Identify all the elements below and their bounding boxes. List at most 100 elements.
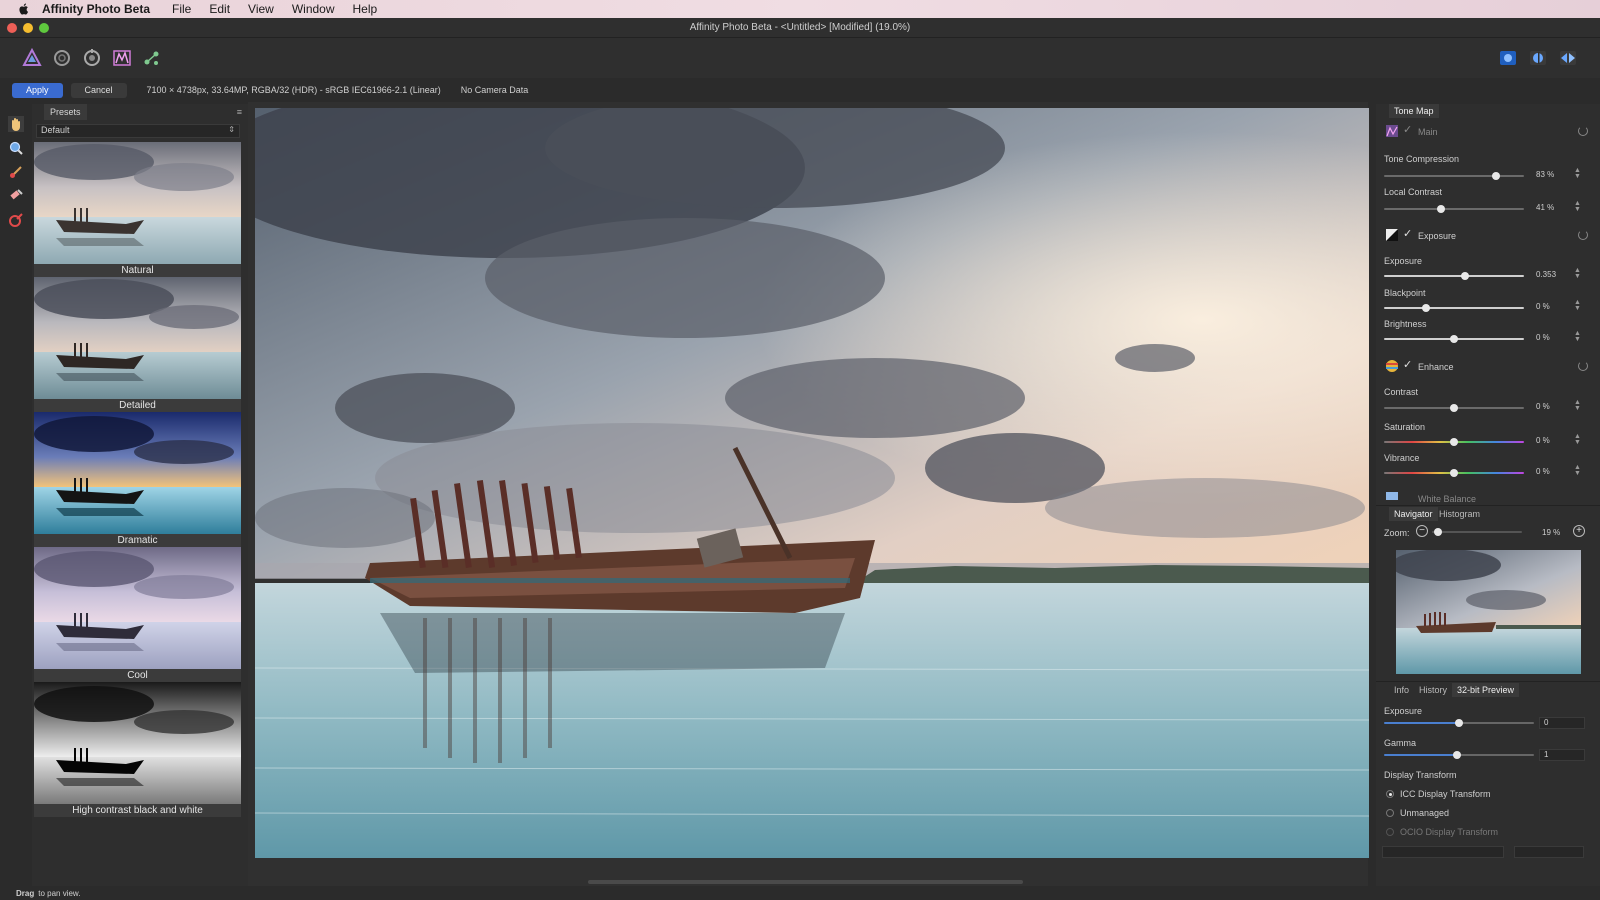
- vibrance-value[interactable]: 0 %: [1536, 467, 1550, 476]
- exposure-slider[interactable]: [1384, 272, 1524, 280]
- slider-knob[interactable]: [1450, 469, 1458, 477]
- contrast-slider[interactable]: [1384, 404, 1524, 412]
- tab-history[interactable]: History: [1414, 683, 1452, 697]
- preview-gamma-input[interactable]: 1: [1539, 749, 1585, 761]
- minimize-window-button[interactable]: [23, 23, 33, 33]
- tone-compression-slider[interactable]: [1384, 172, 1524, 180]
- zoom-value[interactable]: 19 %: [1542, 528, 1560, 537]
- menu-help[interactable]: Help: [353, 2, 378, 16]
- app-name-menu[interactable]: Affinity Photo Beta: [42, 2, 150, 16]
- preview-gamma-slider[interactable]: [1384, 751, 1534, 759]
- slider-knob[interactable]: [1434, 528, 1442, 536]
- apple-icon[interactable]: [16, 2, 32, 16]
- stepper-icon[interactable]: ▲ ▼: [1574, 200, 1581, 213]
- zoom-in-icon[interactable]: +: [1573, 525, 1585, 537]
- zoom-window-button[interactable]: [39, 23, 49, 33]
- hand-tool-icon[interactable]: [8, 116, 24, 132]
- stepper-icon[interactable]: ▲ ▼: [1574, 167, 1581, 180]
- slider-knob[interactable]: [1450, 404, 1458, 412]
- photo-persona-icon[interactable]: [22, 48, 42, 68]
- preset-dramatic[interactable]: Dramatic: [34, 412, 241, 547]
- preset-category-value: Default: [41, 125, 70, 135]
- slider-knob[interactable]: [1450, 438, 1458, 446]
- tab-presets[interactable]: Presets: [44, 104, 87, 120]
- tone-compression-value[interactable]: 83 %: [1536, 170, 1554, 179]
- exposure-enable-checkbox[interactable]: ✓: [1403, 227, 1412, 240]
- main-enable-checkbox[interactable]: ✓: [1403, 123, 1412, 136]
- reset-main-icon[interactable]: [1578, 126, 1588, 136]
- tab-tone-map[interactable]: Tone Map: [1389, 104, 1439, 118]
- saturation-value[interactable]: 0 %: [1536, 436, 1550, 445]
- panel-menu-icon[interactable]: ≡: [237, 107, 242, 117]
- preset-high-contrast-bw[interactable]: High contrast black and white: [34, 682, 241, 817]
- tab-32bit-preview[interactable]: 32-bit Preview: [1452, 683, 1520, 697]
- exposure-section-label: Exposure: [1418, 231, 1457, 241]
- color-picker-tool-icon[interactable]: [8, 212, 24, 228]
- saturation-slider[interactable]: [1384, 438, 1524, 446]
- icc-display-transform-label[interactable]: ICC Display Transform: [1400, 789, 1491, 799]
- icc-display-transform-radio[interactable]: [1386, 790, 1394, 798]
- preset-category-select[interactable]: Default ⇕: [36, 124, 240, 138]
- document-image[interactable]: [255, 108, 1369, 858]
- slider-knob[interactable]: [1453, 751, 1461, 759]
- brightness-value[interactable]: 0 %: [1536, 333, 1550, 342]
- local-contrast-value[interactable]: 41 %: [1536, 203, 1554, 212]
- view-mode-icon[interactable]: [1498, 48, 1518, 68]
- cancel-button[interactable]: Cancel: [70, 82, 127, 98]
- canvas-area[interactable]: [248, 102, 1369, 886]
- preview-exposure-input[interactable]: 0: [1539, 717, 1585, 729]
- mirror-view-icon[interactable]: [1558, 48, 1578, 68]
- tab-navigator[interactable]: Navigator: [1389, 507, 1438, 521]
- preset-detailed[interactable]: Detailed: [34, 277, 241, 412]
- horizontal-scrollbar[interactable]: [588, 880, 1023, 884]
- liquify-persona-icon[interactable]: [52, 48, 72, 68]
- exposure-value[interactable]: 0.353: [1536, 270, 1556, 279]
- reset-exposure-icon[interactable]: [1578, 230, 1588, 240]
- export-persona-icon[interactable]: [142, 48, 162, 68]
- preset-cool[interactable]: Cool: [34, 547, 241, 682]
- stepper-icon[interactable]: ▲ ▼: [1574, 399, 1581, 412]
- unmanaged-radio[interactable]: [1386, 809, 1394, 817]
- slider-knob[interactable]: [1455, 719, 1463, 727]
- stepper-icon[interactable]: ▲ ▼: [1574, 464, 1581, 477]
- tone-mapping-persona-icon[interactable]: [112, 48, 132, 68]
- blackpoint-slider[interactable]: [1384, 304, 1524, 312]
- enhance-enable-checkbox[interactable]: ✓: [1403, 358, 1412, 371]
- reset-enhance-icon[interactable]: [1578, 361, 1588, 371]
- slider-knob[interactable]: [1461, 272, 1470, 280]
- contrast-value[interactable]: 0 %: [1536, 402, 1550, 411]
- stepper-icon[interactable]: ▲ ▼: [1574, 330, 1581, 343]
- vibrance-slider[interactable]: [1384, 469, 1524, 477]
- blackpoint-value[interactable]: 0 %: [1536, 302, 1550, 311]
- brightness-slider[interactable]: [1384, 335, 1524, 343]
- unmanaged-label[interactable]: Unmanaged: [1400, 808, 1449, 818]
- split-view-icon[interactable]: [1528, 48, 1548, 68]
- slider-knob[interactable]: [1437, 205, 1446, 213]
- slider-knob[interactable]: [1450, 335, 1458, 343]
- close-window-button[interactable]: [7, 23, 17, 33]
- tab-info[interactable]: Info: [1389, 683, 1414, 697]
- tone-map-main-icon: [1386, 125, 1398, 137]
- status-bar: Drag to pan view.: [0, 886, 1600, 900]
- preview-exposure-slider[interactable]: [1384, 719, 1534, 727]
- local-contrast-slider[interactable]: [1384, 205, 1524, 213]
- menu-file[interactable]: File: [172, 2, 191, 16]
- navigator-preview[interactable]: [1396, 550, 1581, 674]
- slider-knob[interactable]: [1422, 304, 1430, 312]
- zoom-slider[interactable]: [1432, 528, 1522, 536]
- stepper-icon[interactable]: ▲ ▼: [1574, 433, 1581, 446]
- menu-view[interactable]: View: [248, 2, 274, 16]
- develop-persona-icon[interactable]: [82, 48, 102, 68]
- zoom-tool-icon[interactable]: [8, 140, 24, 156]
- menu-edit[interactable]: Edit: [209, 2, 230, 16]
- tab-histogram[interactable]: Histogram: [1434, 507, 1485, 521]
- stepper-icon[interactable]: ▲ ▼: [1574, 299, 1581, 312]
- erase-brush-tool-icon[interactable]: [8, 188, 24, 204]
- apply-button[interactable]: Apply: [12, 82, 63, 98]
- paint-brush-tool-icon[interactable]: [8, 164, 24, 180]
- stepper-icon[interactable]: ▲ ▼: [1574, 267, 1581, 280]
- preset-natural[interactable]: Natural: [34, 142, 241, 277]
- menu-window[interactable]: Window: [292, 2, 335, 16]
- slider-knob[interactable]: [1492, 172, 1500, 180]
- zoom-out-icon[interactable]: −: [1416, 525, 1428, 537]
